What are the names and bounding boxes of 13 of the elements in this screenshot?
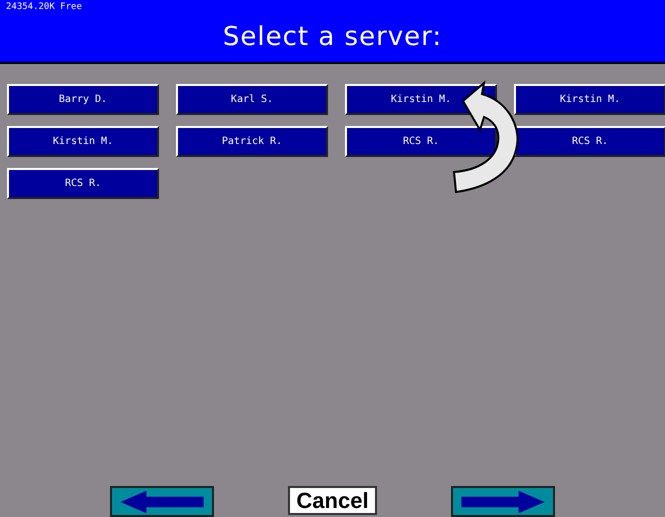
server-button[interactable]: Kirstin M. xyxy=(7,126,159,157)
server-button[interactable]: Karl S. xyxy=(176,84,328,115)
server-button[interactable]: RCS R. xyxy=(7,168,159,199)
server-button[interactable]: RCS R. xyxy=(345,126,497,157)
memory-status: 24354.20K Free xyxy=(6,2,82,12)
server-button[interactable]: Patrick R. xyxy=(176,126,328,157)
previous-button[interactable] xyxy=(110,486,214,517)
server-button[interactable]: RCS R. xyxy=(514,126,665,157)
server-button[interactable]: Barry D. xyxy=(7,84,159,115)
cancel-button[interactable]: Cancel xyxy=(288,486,377,515)
server-button[interactable]: Kirstin M. xyxy=(514,84,665,115)
next-button[interactable] xyxy=(450,486,555,517)
screen-title: Select a server: xyxy=(222,22,442,52)
